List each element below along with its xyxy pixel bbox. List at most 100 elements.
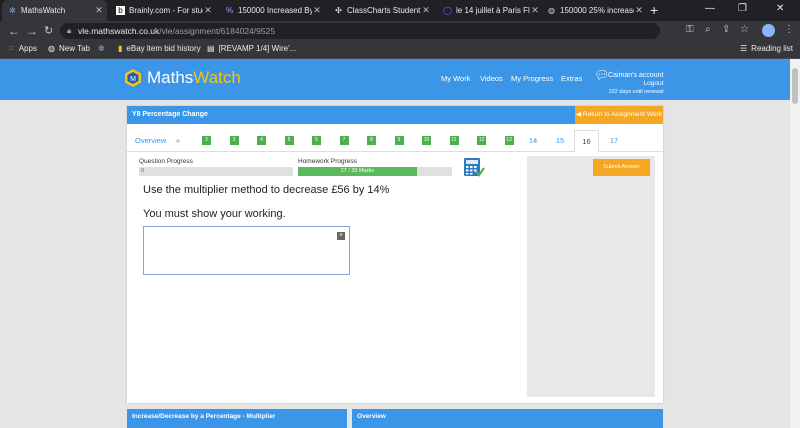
homework-progress-label: Homework Progress [298, 158, 357, 165]
classcharts-favicon-icon: ✣ [335, 6, 342, 15]
restore-icon[interactable]: ❐ [738, 3, 747, 14]
share-icon[interactable]: ⇪ [722, 24, 730, 35]
answer-side-panel [527, 156, 655, 397]
tab-title: MathsWatch [21, 6, 66, 15]
browser-tab-strip: ✲ MathsWatch ✕ b Brainly.com - For stud … [0, 0, 800, 21]
search-favicon-icon: ◯ [443, 6, 452, 15]
browser-tab-mathswatch[interactable]: ✲ MathsWatch ✕ [2, 0, 107, 21]
question-tabs: Overview « 2 3 4 5 6 7 8 9 10 11 12 13 14 15 16 17 [127, 130, 663, 153]
question-progress-bar: 0 [139, 167, 293, 176]
working-instruction: You must show your working. [143, 208, 286, 220]
logo-text-maths: Maths [147, 68, 194, 87]
question-tab-16[interactable]: 16 [574, 130, 599, 153]
bookmark-label: Apps [18, 44, 37, 53]
reload-icon[interactable]: ↻ [44, 24, 53, 38]
browser-tab-search[interactable]: ◯ le 14 juillet à Paris Fla ✕ [437, 0, 543, 21]
question-progress-label: Question Progress [139, 158, 193, 165]
nav-videos[interactable]: Videos [480, 74, 503, 83]
question-tab-6[interactable]: 6 [312, 136, 321, 145]
key-icon[interactable]: ⚿ [686, 24, 694, 35]
menu-dots-icon[interactable]: ⋮ [784, 24, 794, 35]
tab-prev[interactable]: « [174, 130, 182, 152]
nav-extras[interactable]: Extras [561, 74, 582, 83]
expand-plus-icon[interactable]: + [337, 232, 345, 240]
browser-toolbar: ← → ↻ 🔒︎ vle.mathswatch.co.uk/vle/assign… [0, 21, 800, 41]
nav-my-progress[interactable]: My Progress [511, 74, 553, 83]
globe-icon: ◍ [48, 44, 55, 53]
question-tab-10[interactable]: 10 [422, 136, 431, 145]
return-to-assignment-button[interactable]: ◀ Return to Assignment Work [575, 106, 663, 124]
browser-tab-classcharts[interactable]: ✣ ClassCharts Student A ✕ [328, 0, 434, 21]
answer-input[interactable]: + [143, 226, 350, 275]
question-tab-15[interactable]: 15 [554, 130, 566, 152]
scrollbar-thumb[interactable] [792, 68, 798, 104]
bookmark-settings[interactable]: ✲ [98, 44, 109, 53]
question-tab-17[interactable]: 17 [608, 130, 620, 152]
back-arrow-icon[interactable]: ← [8, 24, 20, 38]
close-window-icon[interactable]: ✕ [776, 3, 784, 14]
question-tab-8[interactable]: 8 [367, 136, 376, 145]
close-tab-icon[interactable]: ✕ [94, 5, 104, 16]
forward-arrow-icon[interactable]: → [26, 24, 38, 38]
account-menu[interactable]: 💬︎ Caiman's account Logout 222 days unti… [594, 68, 664, 96]
close-tab-icon[interactable]: ✕ [421, 5, 431, 16]
bookmark-label: New Tab [58, 44, 90, 53]
close-tab-icon[interactable]: ✕ [530, 5, 540, 16]
chat-bubble-icon: 💬︎ [594, 68, 610, 82]
calculator-icon[interactable] [463, 157, 485, 177]
zoom-icon[interactable]: ⌕ [705, 24, 711, 35]
svg-text:M: M [130, 76, 136, 83]
bookmark-ebay[interactable]: ▮ eBay item bid history [118, 44, 201, 53]
address-bar[interactable]: 🔒︎ vle.mathswatch.co.uk/vle/assignment/6… [60, 23, 660, 39]
question-tab-7[interactable]: 7 [339, 136, 349, 145]
back-arrow-icon: ◀ [576, 111, 583, 118]
close-tab-icon[interactable]: ✕ [203, 5, 213, 16]
globe-favicon-icon: ◍ [548, 6, 555, 15]
bookmark-star-icon[interactable]: ☆ [740, 24, 749, 35]
question-text: Use the multiplier method to decrease £5… [143, 184, 390, 196]
percent-favicon-icon: % [225, 6, 234, 15]
topic-panel-header: Increase/Decrease by a Percentage - Mult… [127, 409, 347, 428]
question-tab-4[interactable]: 4 [257, 136, 266, 145]
ebay-icon: ▮ [118, 44, 123, 53]
reading-list-label: Reading list [751, 44, 793, 53]
tab-overview[interactable]: Overview [135, 130, 166, 152]
brainly-favicon-icon: b [116, 6, 125, 15]
new-tab-button[interactable]: + [650, 2, 658, 18]
bookmark-new-tab[interactable]: ◍ New Tab [48, 44, 90, 53]
browser-tab-brainly[interactable]: b Brainly.com - For stud ✕ [110, 0, 216, 21]
close-tab-icon[interactable]: ✕ [634, 5, 644, 16]
browser-tab-globe[interactable]: ◍ 150000 25% increase ✕ [541, 0, 647, 21]
question-tab-11[interactable]: 11 [449, 136, 459, 145]
question-tab-13[interactable]: 13 [504, 136, 514, 145]
tab-title: ClassCharts Student A [347, 6, 421, 15]
nav-my-work[interactable]: My Work [441, 74, 470, 83]
reading-list[interactable]: ☰ Reading list [740, 44, 793, 53]
submit-answer-button[interactable]: Submit Answer [593, 159, 650, 176]
question-tab-12[interactable]: 12 [477, 136, 486, 145]
mathswatch-logo[interactable]: M Maths Watch [123, 68, 241, 88]
url-domain: vle.mathswatch.co.uk [78, 26, 160, 36]
page-scrollbar[interactable] [790, 59, 800, 428]
lock-icon: 🔒︎ [67, 26, 72, 35]
question-tab-9[interactable]: 9 [394, 136, 404, 145]
settings-bookmark-icon: ✲ [98, 44, 105, 53]
minimize-icon[interactable]: — [705, 3, 715, 14]
close-tab-icon[interactable]: ✕ [312, 5, 322, 16]
browser-tab-percent[interactable]: % 150000 Increased By ✕ [219, 0, 325, 21]
question-tab-5[interactable]: 5 [284, 136, 294, 145]
bookmark-apps[interactable]: ⁙ Apps [8, 44, 37, 53]
question-tab-3[interactable]: 3 [229, 136, 239, 145]
homework-progress-bar: 27 / 35 Marks [298, 167, 452, 176]
question-tab-2[interactable]: 2 [202, 136, 211, 145]
bookmark-label: eBay item bid history [126, 44, 201, 53]
site-header: M Maths Watch My Work Videos My Progress … [0, 59, 790, 100]
logo-hexagon-icon: M [125, 69, 141, 87]
overview-panel-header: Overview [352, 409, 663, 428]
profile-avatar[interactable] [762, 24, 775, 37]
renewal-text: 222 days until renewal [608, 89, 664, 95]
tab-title: le 14 juillet à Paris Fla [456, 6, 530, 15]
bookmark-revamp[interactable]: ▤ [REVAMP 1/4] Wire'... [207, 44, 296, 53]
question-tab-14[interactable]: 14 [527, 130, 539, 152]
reading-list-icon: ☰ [740, 44, 748, 53]
